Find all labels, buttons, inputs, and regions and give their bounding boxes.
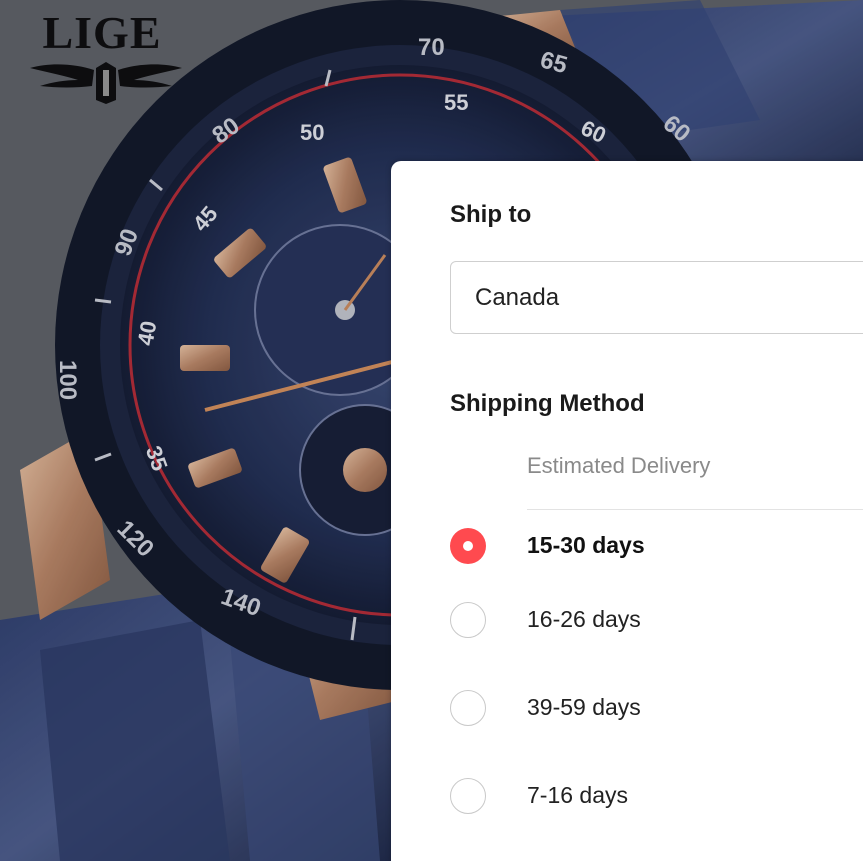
delivery-estimate: 39-59 days [527, 694, 641, 720]
delivery-estimate: 16-26 days [527, 606, 641, 632]
shipping-method-label: Shipping Method [450, 390, 645, 417]
radio-unselected[interactable] [450, 778, 486, 814]
shipping-option-3[interactable]: 39-59 days [450, 690, 863, 730]
estimated-delivery-header: Estimated Delivery [527, 453, 711, 478]
radio-unselected[interactable] [450, 602, 486, 638]
country-select-value: Canada [475, 284, 560, 311]
shipping-panel: Ship to Canada Shipping Method Estimated… [391, 161, 863, 861]
delivery-estimate: 7-16 days [527, 782, 629, 808]
shipping-option-1[interactable]: 15-30 days [450, 528, 863, 568]
header-divider [527, 509, 863, 510]
delivery-estimate: 15-30 days [527, 532, 645, 558]
radio-selected[interactable] [450, 528, 486, 564]
shipping-option-2[interactable]: 16-26 days [450, 602, 863, 642]
country-select[interactable]: Canada [450, 261, 863, 334]
brand-logo: LIGE [14, 8, 190, 104]
radio-unselected[interactable] [450, 690, 486, 726]
product-background: 70 65 60 80 90 100 120 140 55 50 45 40 3… [0, 0, 863, 861]
shipping-option-4[interactable]: 7-16 days [450, 778, 863, 818]
wings-emblem-icon [30, 62, 182, 104]
ship-to-label: Ship to [450, 201, 532, 228]
brand-logo-text: LIGE [42, 7, 162, 58]
